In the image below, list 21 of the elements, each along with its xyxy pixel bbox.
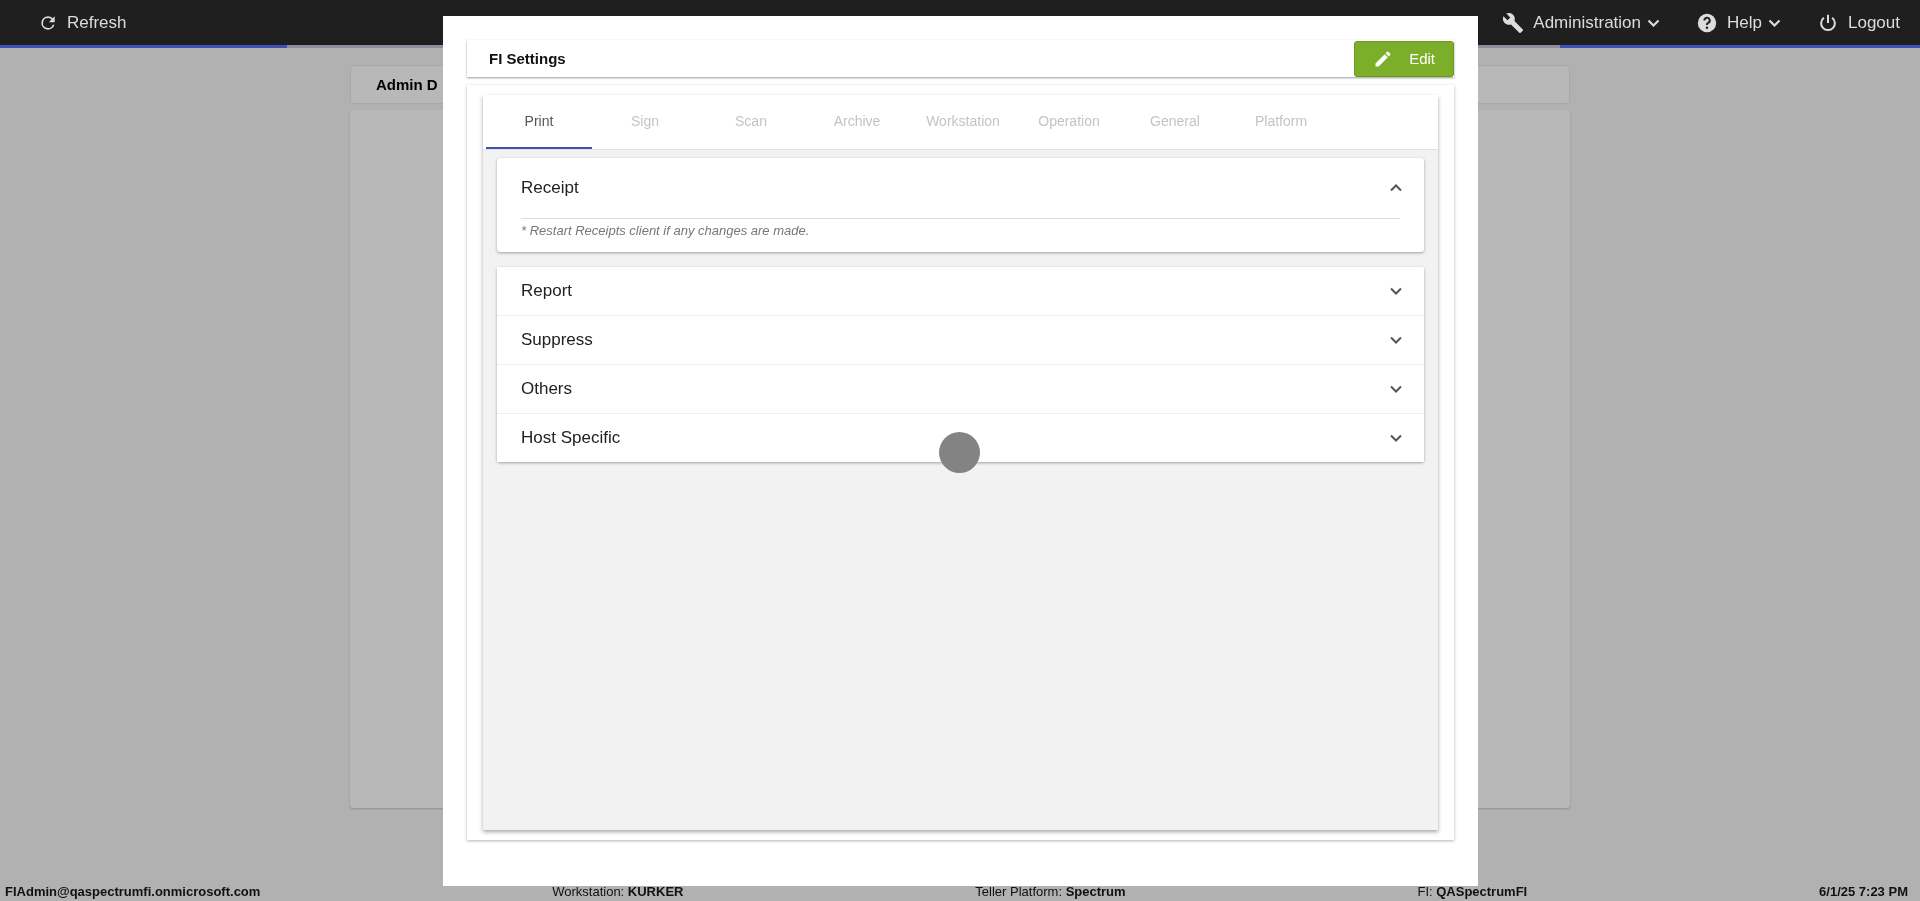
date-time: 6/1/25 7:23 PM xyxy=(1819,884,1908,899)
panel-title: Admin D xyxy=(376,76,438,93)
platform-info: Teller Platform: Spectrum xyxy=(975,884,1126,899)
menu-button[interactable]: Administration xyxy=(1494,5,1669,40)
panel-header[interactable]: Receipt xyxy=(497,158,1424,218)
tab[interactable]: Print xyxy=(486,95,592,149)
menu-button[interactable]: Help xyxy=(1688,5,1789,40)
panel-header[interactable]: Others xyxy=(497,365,1424,413)
fi-info: FI: QASpectrumFI xyxy=(1417,884,1528,899)
help-icon xyxy=(1696,11,1719,34)
wrench-icon xyxy=(1502,11,1525,34)
workstation-info: Workstation: KURKER xyxy=(552,884,684,899)
user-email: FIAdmin@qaspectrumfi.onmicrosoft.com xyxy=(5,884,261,899)
dialog-title: FI Settings xyxy=(489,50,566,67)
menu-button[interactable]: Logout xyxy=(1809,5,1908,40)
caret-icon xyxy=(1647,18,1661,27)
panel-header[interactable]: Suppress xyxy=(497,316,1424,364)
refresh-button[interactable]: Refresh xyxy=(30,6,135,39)
note-text: * Restart Receipts client if any changes are made. xyxy=(521,223,811,238)
panel-header[interactable]: Report xyxy=(497,267,1424,315)
caret-icon xyxy=(1768,18,1781,27)
